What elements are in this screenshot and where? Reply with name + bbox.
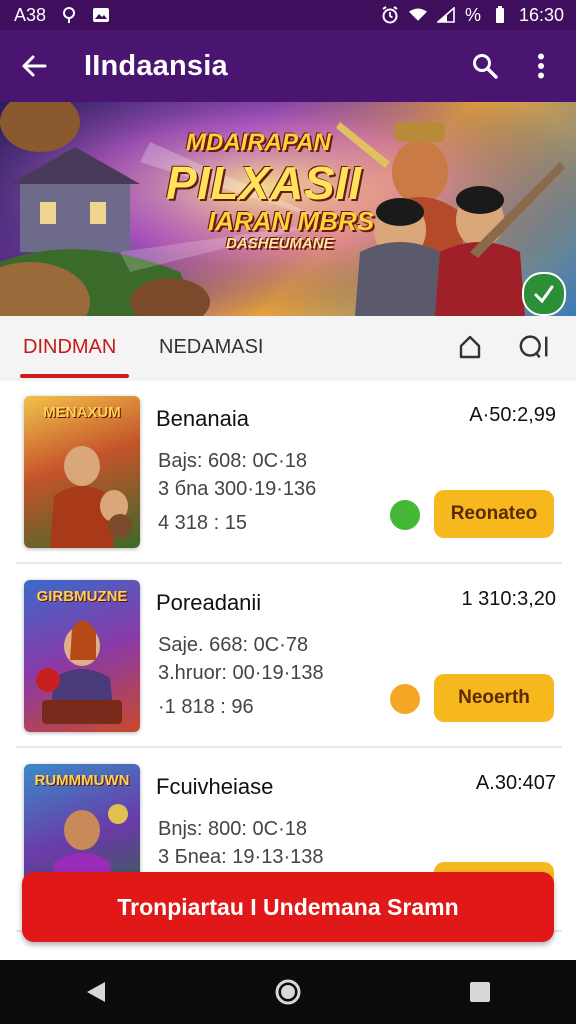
- status-dot: [390, 500, 420, 530]
- wifi-icon: [408, 6, 427, 24]
- game-action-button[interactable]: Neoerth: [434, 674, 554, 722]
- chat-icon[interactable]: [518, 331, 550, 363]
- back-triangle-icon[interactable]: [76, 972, 116, 1012]
- game-price: A.30:407: [475, 772, 556, 794]
- list-item[interactable]: MENAXUM Benanaia A·50:2,99 Bajs: 608: 0C…: [16, 382, 562, 564]
- status-dot: [390, 684, 420, 714]
- search-icon[interactable]: [468, 49, 502, 83]
- game-meta-2: 3 бna 300·19·136: [158, 478, 317, 500]
- game-meta-2: 3 Бnea: 19·13·138: [158, 846, 324, 868]
- banner-line-3: IARAN MBRS: [208, 206, 375, 236]
- game-thumbnail: GIRBMUZNE: [24, 580, 140, 732]
- game-meta-1: Saje. 668: 0C·78: [158, 634, 309, 656]
- game-thumbnail-title: RUMMMUWN: [34, 772, 130, 789]
- system-nav-bar: [0, 960, 576, 1024]
- game-action-button[interactable]: Reonateo: [434, 490, 554, 538]
- game-meta-1: Bajs: 608: 0C·18: [158, 450, 307, 472]
- game-thumbnail-title: GIRBMUZNE: [36, 588, 128, 605]
- banner-line-2: PILXASII: [166, 157, 362, 209]
- recents-square-icon[interactable]: [460, 972, 500, 1012]
- game-name: Benanaia: [156, 406, 249, 431]
- banner-headline: MDAIRAPAN PILXASII IARAN MBRS DASHEUMANE: [166, 128, 396, 254]
- status-bar: A38 % 16:30: [0, 0, 576, 30]
- banner-action-button[interactable]: [522, 272, 566, 316]
- game-name: Poreadanii: [156, 590, 262, 615]
- game-meta-1: Bnjs: 800: 0C·18: [158, 818, 307, 840]
- signal-icon: [436, 6, 455, 24]
- list-item[interactable]: GIRBMUZNE Poreadanii 1 310:3,20 Saje. 66…: [16, 566, 562, 748]
- location-icon: [60, 6, 78, 24]
- alarm-icon: [381, 6, 399, 24]
- tab-dindman[interactable]: DINDMAN: [20, 316, 129, 378]
- home-icon[interactable]: [454, 331, 486, 363]
- app-bar: IIndaansia: [0, 30, 576, 102]
- game-price: A·50:2,99: [469, 404, 556, 426]
- banner-line-1: MDAIRAPAN: [186, 129, 331, 156]
- game-name: Fcuivheiase: [156, 774, 274, 799]
- tab-bar: DINDMAN NEDAMASI: [0, 316, 576, 378]
- game-price: 1 310:3,20: [461, 588, 556, 610]
- home-circle-icon[interactable]: [268, 972, 308, 1012]
- promo-banner[interactable]: MDAIRAPAN PILXASII IARAN MBRS DASHEUMANE: [0, 102, 576, 316]
- banner-line-4: DASHEUMANE: [226, 235, 334, 252]
- more-vert-icon[interactable]: [524, 49, 558, 83]
- page-title: IIndaansia: [84, 49, 228, 82]
- tab-nedamasi[interactable]: NEDAMASI: [159, 316, 263, 378]
- battery-percent-text: %: [464, 4, 481, 25]
- status-time: 16:30: [518, 4, 564, 25]
- image-icon: [92, 6, 110, 24]
- game-thumbnail: MENAXUM: [24, 396, 140, 548]
- back-arrow-icon[interactable]: [16, 48, 52, 84]
- game-meta-3: 4 318 : 15: [158, 512, 247, 534]
- game-meta-2: 3.hruor: 00·19·138: [158, 662, 324, 684]
- primary-cta-button[interactable]: Tronpiartau I Undemana Sramn: [22, 872, 554, 942]
- game-meta-3: ·1 818 : 96: [158, 696, 254, 718]
- battery-icon: [491, 6, 509, 24]
- screen: A38 % 16:30 IIndaansia MDAIRAPAN PILXASI…: [0, 0, 576, 1024]
- check-icon: [534, 285, 554, 304]
- status-left-text: A38: [14, 4, 47, 25]
- game-thumbnail-title: MENAXUM: [43, 404, 121, 421]
